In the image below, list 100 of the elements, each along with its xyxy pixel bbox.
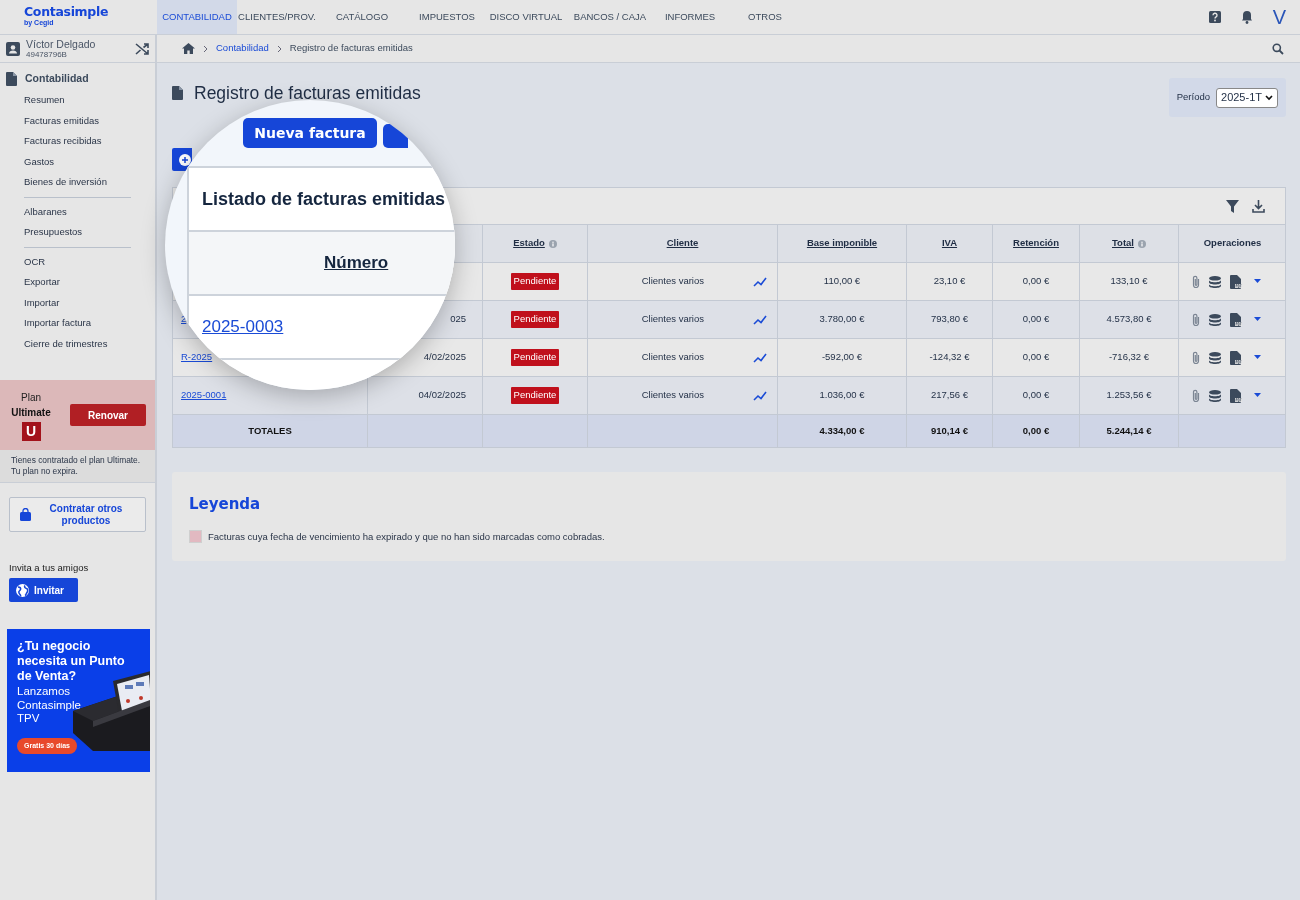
- user-name: Víctor Delgado: [26, 38, 97, 50]
- amount-cell: -124,32 €: [929, 350, 970, 365]
- legend-text: Facturas cuya fecha de vencimiento ha expirado y que no han sido marcadas como cobradas.: [208, 529, 605, 544]
- column-header[interactable]: Retención: [1013, 236, 1059, 251]
- amount-cell: -592,00 €: [821, 350, 863, 365]
- sidebar-item[interactable]: Resumen: [0, 90, 155, 111]
- trend-chart-icon[interactable]: [753, 390, 767, 401]
- buy-products-button[interactable]: Contratar otros productos: [9, 497, 146, 532]
- sidebar-item[interactable]: Facturas recibidas: [0, 131, 155, 152]
- pdf-file-icon[interactable]: [1230, 388, 1242, 403]
- plan-label: Plan: [21, 390, 41, 405]
- section-title[interactable]: Contabilidad: [25, 71, 89, 87]
- nav-tab[interactable]: INFORMES: [655, 0, 725, 34]
- amount-cell: 1.253,56 €: [1106, 388, 1152, 403]
- dropdown-caret-icon[interactable]: [1254, 355, 1261, 360]
- date-cell: 04/02/2025: [418, 388, 466, 403]
- chevron-right-icon: [203, 44, 208, 53]
- plan-badge: U: [21, 421, 41, 441]
- paperclip-icon[interactable]: [1192, 312, 1200, 327]
- promo-headline: ¿Tu negocio necesita un Punto de Venta?: [17, 639, 126, 685]
- help-icon[interactable]: [1208, 10, 1221, 24]
- nav-tab[interactable]: OTROS: [725, 0, 805, 34]
- dropdown-caret-icon[interactable]: [1254, 317, 1261, 322]
- sidebar-item[interactable]: Facturas emitidas: [0, 110, 155, 131]
- column-header[interactable]: Base imponible: [806, 236, 878, 251]
- download-icon[interactable]: [1252, 199, 1265, 213]
- client-name: Clientes varios: [641, 312, 704, 327]
- trend-chart-icon[interactable]: [753, 352, 767, 363]
- amount-cell: 0,00 €: [1022, 312, 1050, 327]
- notification-bell-icon[interactable]: [1240, 10, 1253, 24]
- column-header[interactable]: Estado: [513, 236, 545, 251]
- trend-chart-icon[interactable]: [753, 276, 767, 287]
- nav-tab[interactable]: IMPUESTOS: [407, 0, 487, 34]
- sidebar-item[interactable]: Importar factura: [0, 313, 155, 334]
- date-cell: 4/02/2025: [423, 350, 466, 365]
- nav-tab[interactable]: CLIENTES/PROV.: [237, 0, 317, 34]
- amount-cell: 4.573,80 €: [1106, 312, 1152, 327]
- search-icon[interactable]: [1272, 42, 1284, 55]
- logo[interactable]: Contasimple: [24, 5, 157, 19]
- status-badge: Pendiente: [510, 311, 560, 328]
- paperclip-icon[interactable]: [1192, 388, 1200, 403]
- dropdown-caret-icon[interactable]: [1254, 393, 1261, 398]
- database-icon[interactable]: [1209, 313, 1221, 326]
- period-select[interactable]: 2025-1T: [1216, 87, 1278, 108]
- period-label: Período: [1176, 90, 1210, 105]
- column-header[interactable]: IVA: [941, 236, 958, 251]
- sidebar-item[interactable]: Cierre de trimestres: [0, 333, 155, 354]
- sidebar-item[interactable]: Gastos: [0, 151, 155, 172]
- list-title: Listado de facturas emitidas: [202, 187, 446, 211]
- pdf-file-icon[interactable]: [1230, 350, 1242, 365]
- trend-chart-icon[interactable]: [753, 314, 767, 325]
- amount-cell: 23,10 €: [933, 274, 966, 289]
- plan-note: Tienes contratado el plan Ultimate. Tu plan no expira.: [11, 455, 142, 477]
- breadcrumb-link[interactable]: Contabilidad: [216, 41, 269, 56]
- status-badge: Pendiente: [510, 349, 560, 366]
- user-initial[interactable]: V: [1272, 7, 1286, 27]
- invite-button[interactable]: Invitar: [9, 578, 78, 603]
- amount-cell: 0,00 €: [1022, 274, 1050, 289]
- invoice-number-link[interactable]: 2025-0001: [181, 388, 227, 403]
- invoice-number-link[interactable]: 2025-0003: [202, 314, 284, 340]
- shuffle-icon[interactable]: [135, 41, 149, 56]
- paperclip-icon[interactable]: [1192, 350, 1200, 365]
- total-amount: 910,14 €: [931, 423, 968, 438]
- nav-tab[interactable]: CONTABILIDAD: [157, 0, 237, 34]
- renew-button[interactable]: Renovar: [70, 404, 146, 426]
- nav-tab[interactable]: CATÁLOGO: [317, 0, 407, 34]
- column-header: Operaciones: [1203, 236, 1262, 251]
- pdf-file-icon[interactable]: [1230, 312, 1242, 327]
- database-icon[interactable]: [1209, 275, 1221, 288]
- sidebar-item[interactable]: Exportar: [0, 272, 155, 293]
- new-invoice-button[interactable]: [172, 148, 192, 171]
- dropdown-caret-icon[interactable]: [1254, 279, 1261, 284]
- total-amount: 5.244,14 €: [1106, 423, 1152, 438]
- home-icon[interactable]: [182, 43, 195, 54]
- column-header[interactable]: Número: [324, 250, 389, 276]
- paperclip-icon[interactable]: [1192, 274, 1200, 289]
- database-icon[interactable]: [1209, 389, 1221, 402]
- nav-tab[interactable]: DISCO VIRTUAL: [487, 0, 565, 34]
- nav-tab[interactable]: BANCOS / CAJA: [565, 0, 655, 34]
- amount-cell: 217,56 €: [931, 388, 968, 403]
- sidebar-item[interactable]: Albaranes: [0, 201, 155, 222]
- column-header[interactable]: Cliente: [666, 236, 699, 251]
- filter-icon[interactable]: [1226, 199, 1239, 213]
- invite-label: Invita a tus amigos: [9, 561, 90, 575]
- sidebar-item[interactable]: OCR: [0, 251, 155, 272]
- amount-cell: 793,80 €: [931, 312, 968, 327]
- amount-cell: -716,32 €: [1108, 350, 1150, 365]
- globe-icon: [16, 583, 29, 597]
- chevron-right-icon: [276, 44, 282, 53]
- new-invoice-button[interactable]: Nueva factura: [243, 118, 377, 148]
- amount-cell: 3.780,00 €: [819, 312, 865, 327]
- action-button[interactable]: [383, 124, 408, 148]
- database-icon[interactable]: [1209, 351, 1221, 364]
- pdf-file-icon[interactable]: [1230, 274, 1242, 289]
- contact-card-icon: [6, 41, 20, 56]
- date-cell: 025: [450, 312, 466, 327]
- sidebar-item[interactable]: Bienes de inversión: [0, 172, 155, 193]
- sidebar-item[interactable]: Presupuestos: [0, 222, 155, 243]
- column-header[interactable]: Total: [1112, 236, 1134, 251]
- sidebar-item[interactable]: Importar: [0, 292, 155, 313]
